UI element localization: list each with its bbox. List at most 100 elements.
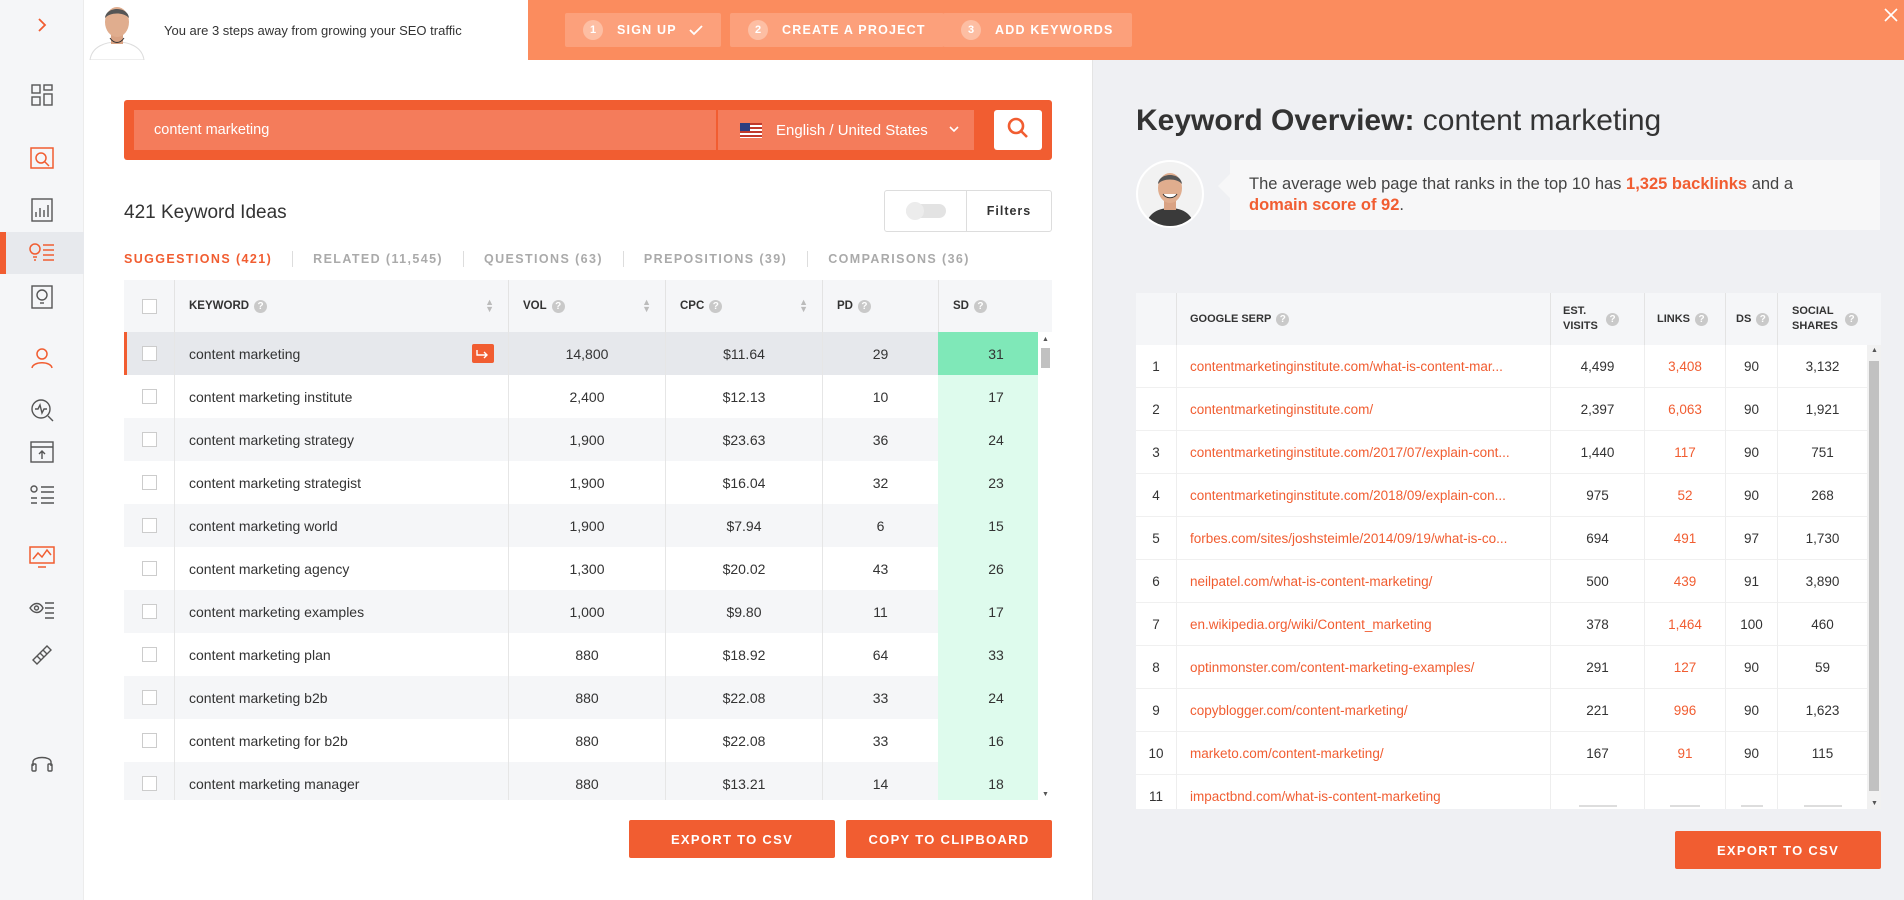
search-button[interactable] bbox=[994, 110, 1042, 150]
serp-url-link[interactable]: contentmarketinginstitute.com/what-is-co… bbox=[1176, 345, 1550, 388]
serp-url-link[interactable]: forbes.com/sites/joshsteimle/2014/09/19/… bbox=[1176, 517, 1550, 560]
table-row[interactable]: content marketing institute 2,400 $12.13 10… bbox=[124, 375, 1052, 418]
links-cell[interactable]: 52 bbox=[1644, 474, 1725, 517]
keyword-cell[interactable]: content marketing strategist bbox=[174, 461, 508, 504]
tab-prepositions[interactable]: PREPOSITIONS (39) bbox=[644, 251, 809, 267]
column-header-keyword[interactable]: KEYWORD? ▲ ▼ bbox=[174, 280, 508, 332]
help-icon[interactable]: ? bbox=[1276, 312, 1290, 326]
export-csv-button[interactable]: EXPORT TO CSV bbox=[629, 820, 835, 858]
table-row[interactable]: content marketing world 1,900 $7.94 6 15 bbox=[124, 504, 1052, 547]
column-header-cpc[interactable]: CPC? ▲ ▼ bbox=[665, 280, 822, 332]
links-cell[interactable]: 117 bbox=[1644, 431, 1725, 474]
serp-url-link[interactable]: optinmonster.com/content-marketing-examp… bbox=[1176, 646, 1550, 689]
sort-icon[interactable]: ▲ ▼ bbox=[799, 298, 808, 314]
export-serp-csv-button[interactable]: EXPORT TO CSV bbox=[1675, 831, 1881, 869]
column-header-vol[interactable]: VOL? ▲ ▼ bbox=[508, 280, 665, 332]
links-cell[interactable]: 3,408 bbox=[1644, 345, 1725, 388]
row-checkbox[interactable] bbox=[141, 561, 157, 576]
traffic-analyzer-icon[interactable] bbox=[0, 189, 84, 231]
serp-url-link[interactable]: contentmarketinginstitute.com/2017/07/ex… bbox=[1176, 431, 1550, 474]
sort-icon[interactable]: ▲ ▼ bbox=[642, 298, 651, 314]
serp-url-link[interactable]: contentmarketinginstitute.com/2018/09/ex… bbox=[1176, 474, 1550, 517]
row-checkbox[interactable] bbox=[141, 389, 157, 404]
serp-scrollbar[interactable]: ▲ ▼ bbox=[1867, 345, 1881, 809]
keyword-cell[interactable]: content marketing for b2b bbox=[174, 719, 508, 762]
select-all-checkbox[interactable] bbox=[141, 298, 157, 314]
backlinks-icon[interactable] bbox=[0, 337, 84, 379]
links-cell[interactable]: 491 bbox=[1644, 517, 1725, 560]
column-header-sd[interactable]: SD? bbox=[938, 280, 1052, 332]
table-row[interactable]: content marketing agency 1,300 $20.02 43 26 bbox=[124, 547, 1052, 590]
row-checkbox[interactable] bbox=[141, 690, 157, 705]
links-cell[interactable]: 1,464 bbox=[1644, 603, 1725, 646]
help-icon[interactable]: ? bbox=[551, 299, 565, 313]
serp-url-link[interactable]: contentmarketinginstitute.com/ bbox=[1176, 388, 1550, 431]
row-checkbox[interactable] bbox=[141, 733, 157, 748]
table-row[interactable]: content marketing b2b 880 $22.08 33 24 bbox=[124, 676, 1052, 719]
rank-tracker-icon[interactable] bbox=[0, 389, 84, 431]
traffic-icon[interactable] bbox=[0, 536, 84, 578]
dashboard-icon[interactable] bbox=[0, 74, 84, 116]
table-row[interactable]: content marketing strategy 1,900 $23.63 36 2… bbox=[124, 418, 1052, 461]
help-icon[interactable]: ? bbox=[709, 299, 723, 313]
keyword-cell[interactable]: content marketing b2b bbox=[174, 676, 508, 719]
keyword-ideas-icon[interactable] bbox=[0, 232, 84, 274]
serp-url-link[interactable]: neilpatel.com/what-is-content-marketing/ bbox=[1176, 560, 1550, 603]
serp-url-link[interactable]: en.wikipedia.org/wiki/Content_marketing bbox=[1176, 603, 1550, 646]
tab-suggestions[interactable]: SUGGESTIONS (421) bbox=[124, 251, 294, 267]
table-row[interactable]: content marketing for b2b 880 $22.08 33 16 bbox=[124, 719, 1052, 762]
table-row[interactable]: content marketing manager 880 $13.21 14 18 bbox=[124, 762, 1052, 800]
serp-url-link[interactable]: marketo.com/content-marketing/ bbox=[1176, 732, 1550, 775]
help-icon[interactable]: ? bbox=[254, 299, 268, 313]
help-icon[interactable]: ? bbox=[1606, 312, 1619, 326]
row-checkbox[interactable] bbox=[141, 475, 157, 490]
help-icon[interactable]: ? bbox=[1845, 312, 1858, 326]
row-checkbox[interactable] bbox=[141, 346, 157, 361]
help-icon[interactable]: ? bbox=[857, 299, 871, 313]
help-icon[interactable]: ? bbox=[1756, 312, 1770, 326]
links-cell[interactable]: 996 bbox=[1644, 689, 1725, 732]
links-cell[interactable]: 6,063 bbox=[1644, 388, 1725, 431]
filters-button[interactable]: Filters bbox=[967, 191, 1051, 231]
row-checkbox[interactable] bbox=[141, 776, 157, 791]
ai-writer-icon[interactable] bbox=[0, 589, 84, 631]
row-checkbox[interactable] bbox=[141, 604, 157, 619]
tab-questions[interactable]: QUESTIONS (63) bbox=[484, 251, 624, 267]
filters-toggle[interactable] bbox=[885, 191, 967, 231]
links-cell[interactable]: 439 bbox=[1644, 560, 1725, 603]
table-row[interactable]: content marketing strategist 1,900 $16.04 3… bbox=[124, 461, 1052, 504]
row-checkbox[interactable] bbox=[141, 432, 157, 447]
tab-related[interactable]: RELATED (11,545) bbox=[313, 251, 464, 267]
serp-url-link[interactable]: impactbnd.com/what-is-content-marketing bbox=[1176, 775, 1550, 809]
keyword-cell[interactable]: content marketing institute bbox=[174, 375, 508, 418]
copy-clipboard-button[interactable]: COPY TO CLIPBOARD bbox=[846, 820, 1052, 858]
column-header-pd[interactable]: PD? bbox=[822, 280, 938, 332]
keyword-cell[interactable]: content marketing world bbox=[174, 504, 508, 547]
table-row[interactable]: content marketing plan 880 $18.92 64 33 bbox=[124, 633, 1052, 676]
content-ideas-icon[interactable] bbox=[0, 276, 84, 318]
open-keyword-icon[interactable] bbox=[472, 344, 494, 363]
help-icon[interactable]: ? bbox=[973, 299, 987, 313]
expand-arrow-icon[interactable] bbox=[0, 4, 84, 46]
step-create-project[interactable]: 2 CREATE A PROJECT bbox=[730, 13, 944, 47]
step-add-keywords[interactable]: 3 ADD KEYWORDS bbox=[943, 13, 1132, 47]
tab-comparisons[interactable]: COMPARISONS (36) bbox=[828, 251, 990, 267]
help-icon[interactable]: ? bbox=[1695, 312, 1708, 326]
links-cell[interactable]: 127 bbox=[1644, 646, 1725, 689]
chrome-extension-icon[interactable] bbox=[0, 431, 84, 473]
site-audit-icon[interactable] bbox=[0, 137, 84, 179]
keyword-cell[interactable]: content marketing strategy bbox=[174, 418, 508, 461]
table-row[interactable]: content marketing examples 1,000 $9.80 11 17 bbox=[124, 590, 1052, 633]
support-headset-icon[interactable] bbox=[0, 742, 84, 784]
keyword-cell[interactable]: content marketing manager bbox=[174, 762, 508, 800]
close-icon[interactable] bbox=[1884, 6, 1898, 27]
link-icon[interactable] bbox=[0, 634, 84, 676]
keyword-lists-icon[interactable] bbox=[0, 474, 84, 516]
row-checkbox[interactable] bbox=[141, 647, 157, 662]
serp-url-link[interactable]: copyblogger.com/content-marketing/ bbox=[1176, 689, 1550, 732]
links-cell[interactable]: 91 bbox=[1644, 732, 1725, 775]
keyword-cell[interactable]: content marketing agency bbox=[174, 547, 508, 590]
search-input[interactable] bbox=[134, 110, 716, 150]
step-sign-up[interactable]: 1 SIGN UP bbox=[565, 13, 721, 47]
keyword-cell[interactable]: content marketing bbox=[174, 332, 508, 375]
